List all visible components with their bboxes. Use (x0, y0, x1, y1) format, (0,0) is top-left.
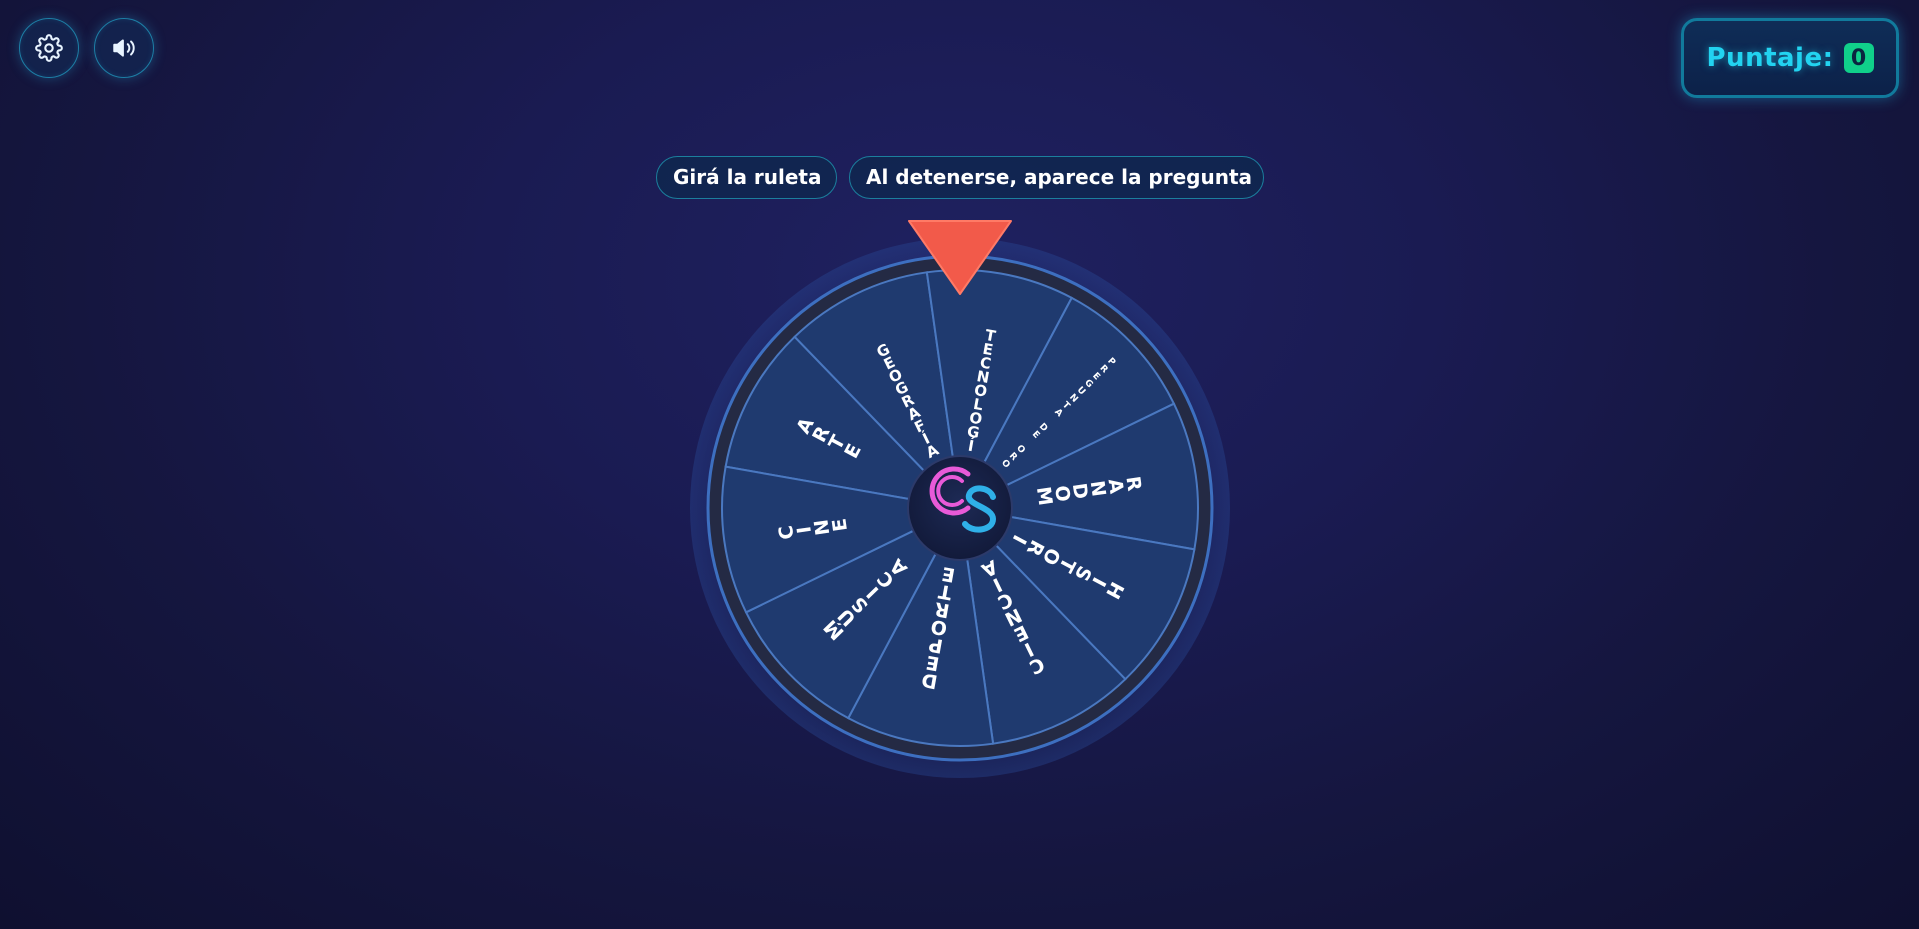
wheel-label-letter: M (1032, 485, 1056, 507)
roulette-wheel[interactable]: ARTEGEOGRAFÍATECNOLOGÍPREGUNTA DE ORORAN… (0, 0, 1919, 929)
